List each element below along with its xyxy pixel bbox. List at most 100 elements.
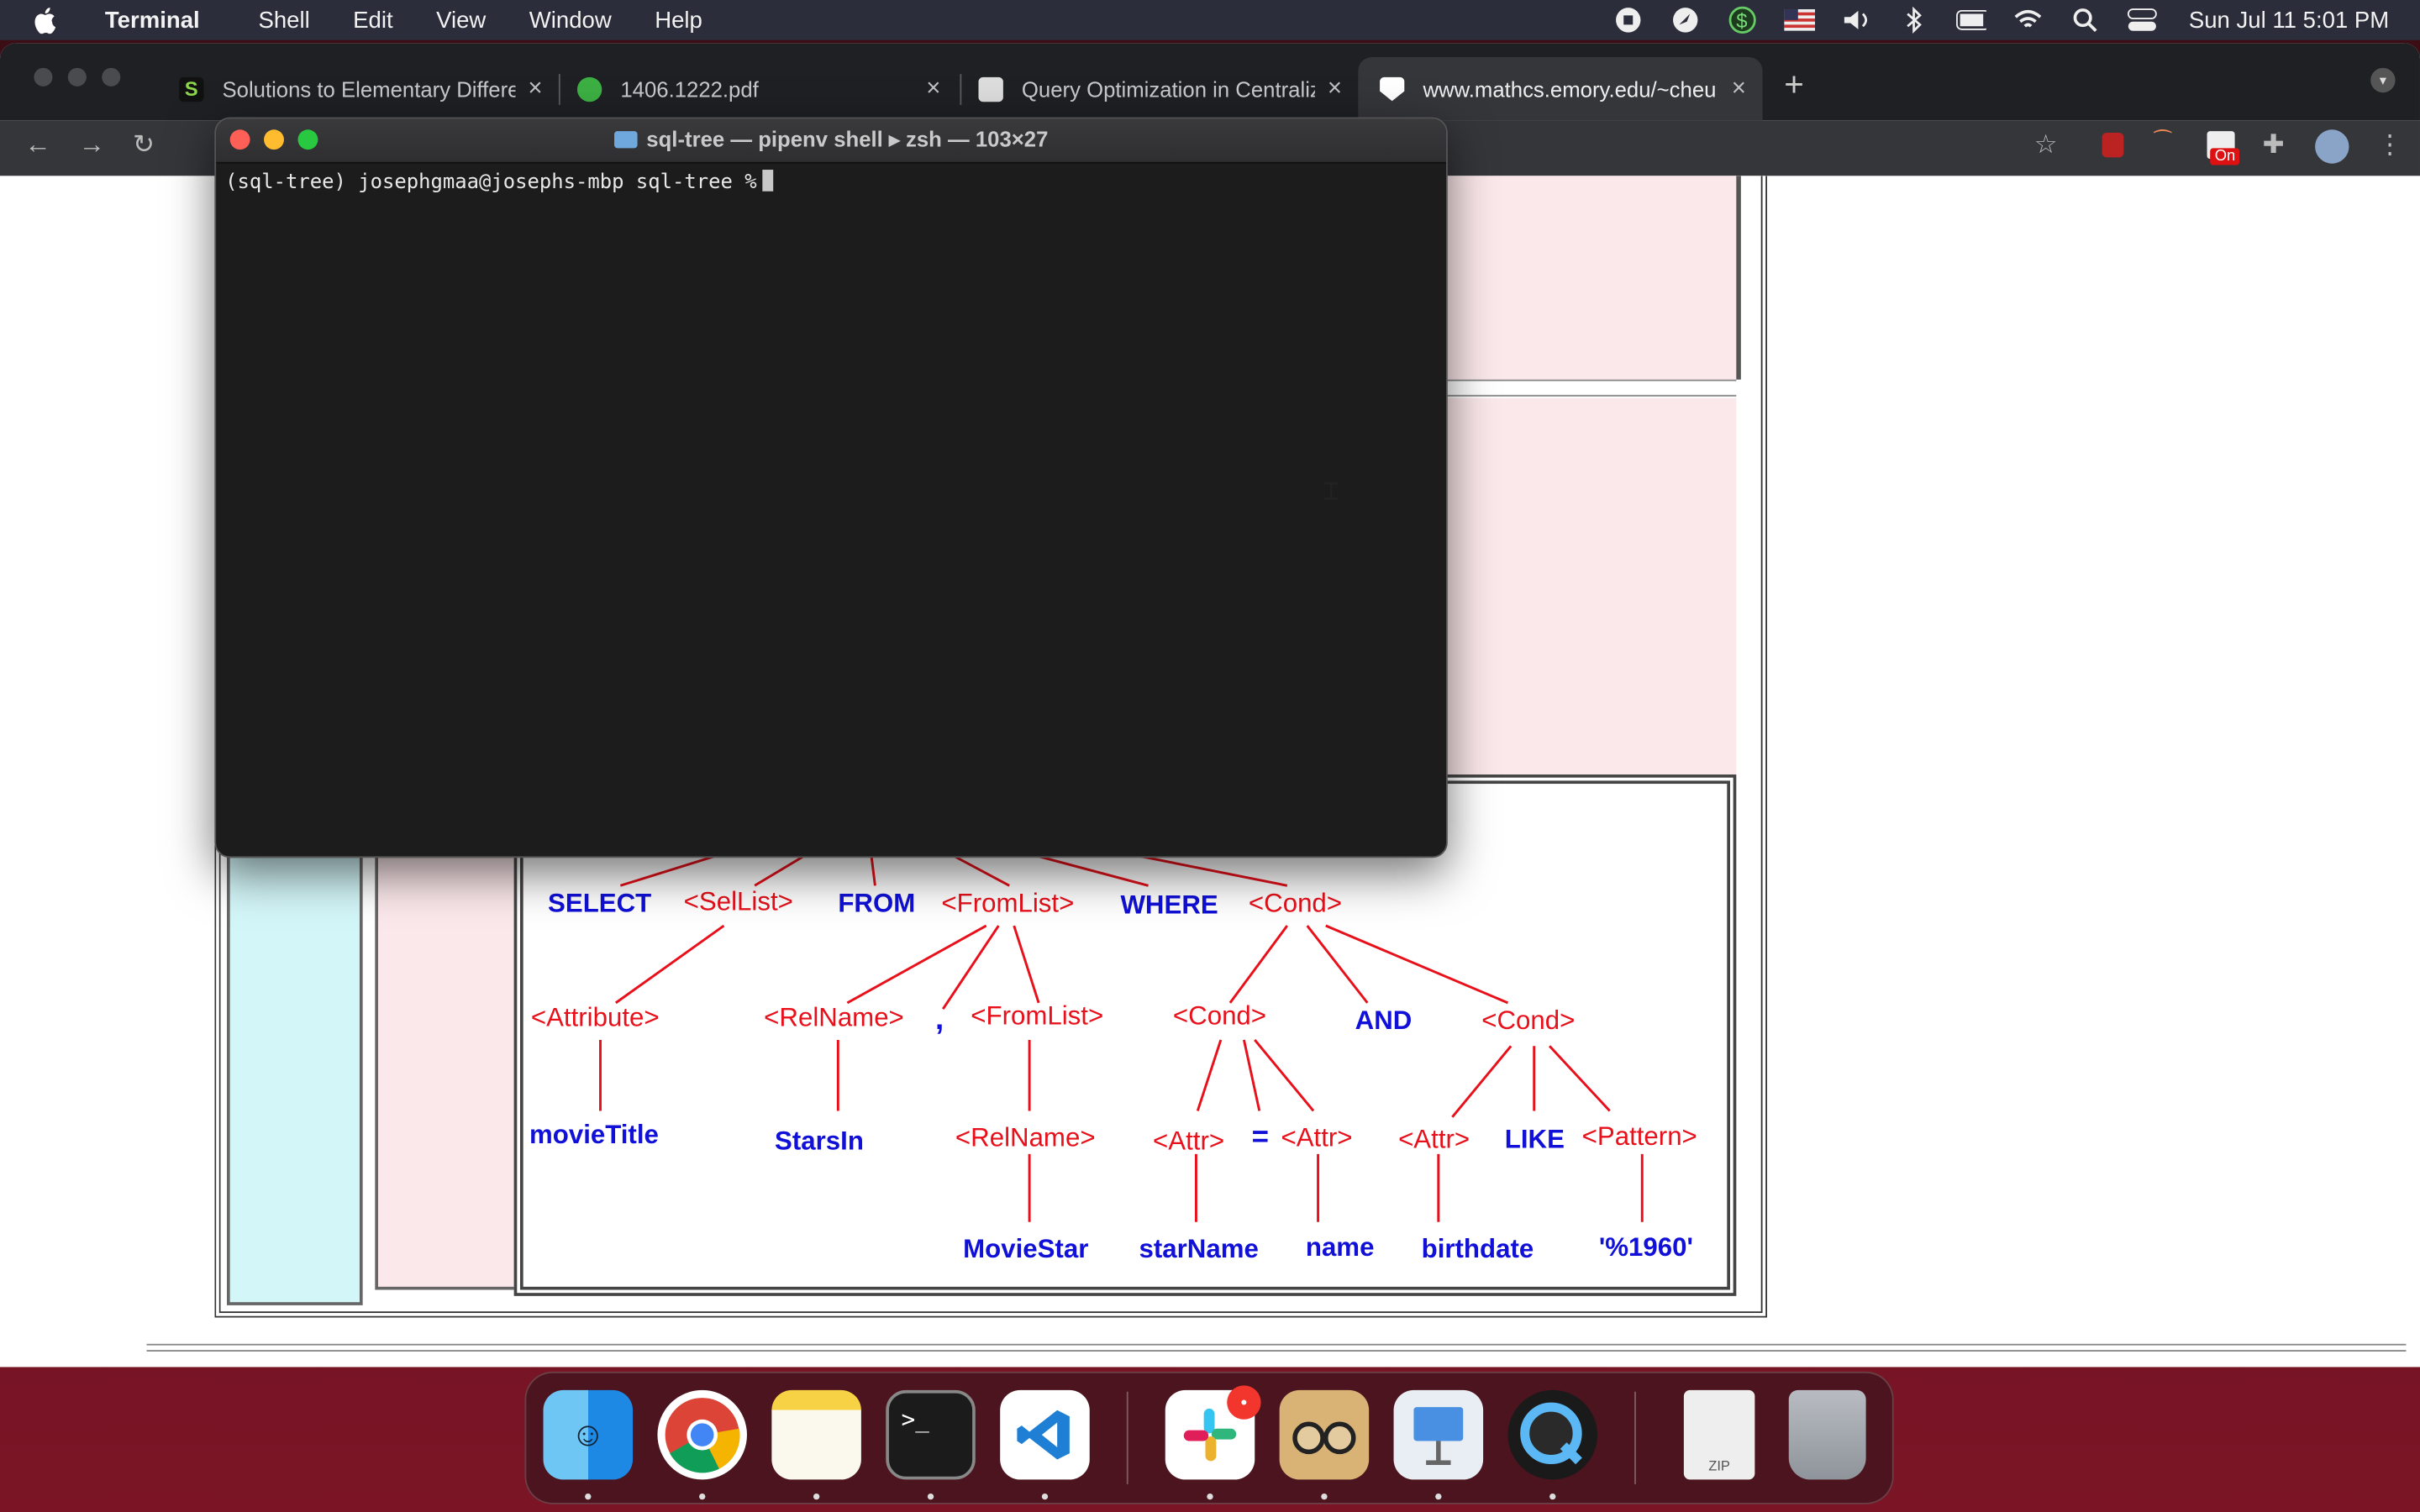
menu-help[interactable]: Help xyxy=(655,7,702,33)
browser-minimize-button[interactable] xyxy=(67,67,87,87)
tree-fromlist-node-2: <FromList> xyxy=(971,1001,1104,1031)
tree-from-keyword: FROM xyxy=(838,888,916,918)
tab-title: Query Optimization in Centraliz xyxy=(1021,76,1316,102)
tree-comma: , xyxy=(935,1002,944,1037)
trash-icon[interactable] xyxy=(1788,1389,1866,1480)
menu-app-terminal[interactable]: Terminal xyxy=(105,7,200,33)
extension-on-badge: On xyxy=(2210,148,2240,165)
tab-search-icon[interactable]: ▾ xyxy=(2370,67,2396,93)
reload-icon[interactable]: ↻ xyxy=(133,129,155,160)
terminal-window[interactable]: sql-tree — pipenv shell ▸ zsh — 103×27 (… xyxy=(214,117,1448,858)
battery-icon[interactable] xyxy=(1955,8,1987,32)
tab-strip: S Solutions to Elementary Differe × 1406… xyxy=(0,43,2420,121)
finder-icon[interactable]: ☺ xyxy=(543,1389,634,1480)
terminal-prompt: (sql-tree) josephgmaa@josephs-mbp sql-tr… xyxy=(225,171,757,195)
bookmark-star-icon[interactable]: ☆ xyxy=(2034,129,2058,160)
tree-attr-node-1: <Attr> xyxy=(1153,1126,1225,1156)
tree-moviestar-leaf: MovieStar xyxy=(963,1234,1089,1264)
menu-view[interactable]: View xyxy=(436,7,486,33)
tree-and-keyword: AND xyxy=(1355,1005,1413,1036)
spotlight-search-icon[interactable] xyxy=(2070,8,2101,33)
zip-archive-icon[interactable]: ZIP xyxy=(1683,1389,1755,1480)
pink-panel-top xyxy=(1443,176,1741,380)
wifi-icon[interactable] xyxy=(2012,8,2044,32)
browser-zoom-button[interactable] xyxy=(102,67,121,87)
tree-relname-node: <RelName> xyxy=(764,1002,904,1032)
back-icon[interactable]: ← xyxy=(24,129,50,160)
tab-title: 1406.1222.pdf xyxy=(620,76,759,102)
zip-label: ZIP xyxy=(1708,1457,1730,1474)
slack-notification-badge: • xyxy=(1227,1385,1261,1420)
site-favicon-icon xyxy=(978,76,1003,102)
stop-recording-icon[interactable] xyxy=(1613,8,1644,33)
cyan-column xyxy=(226,854,363,1305)
tree-select-keyword: SELECT xyxy=(548,888,652,918)
terminal-icon[interactable]: >_ xyxy=(886,1389,976,1480)
terminal-title: sql-tree — pipenv shell ▸ zsh — 103×27 xyxy=(646,126,1049,151)
tree-starsin-leaf: StarsIn xyxy=(775,1126,864,1156)
tree-name-leaf: name xyxy=(1305,1232,1375,1263)
notes-icon[interactable] xyxy=(771,1389,861,1480)
tree-attr-node-3: <Attr> xyxy=(1398,1124,1470,1154)
svg-text:$: $ xyxy=(1737,10,1748,33)
tab-close-icon[interactable]: × xyxy=(1328,75,1349,102)
slader-favicon-icon: S xyxy=(179,76,204,102)
tab-pdf[interactable]: 1406.1222.pdf × xyxy=(576,57,948,120)
tree-movietitle-leaf: movieTitle xyxy=(529,1120,659,1150)
tree-fromlist-node: <FromList> xyxy=(941,888,1075,918)
terminal-prompt-line[interactable]: (sql-tree) josephgmaa@josephs-mbp sql-tr… xyxy=(225,170,774,194)
control-center-icon[interactable] xyxy=(2127,8,2158,32)
volume-icon[interactable] xyxy=(1842,8,1873,32)
extensions-puzzle-icon[interactable]: ✚ xyxy=(2263,129,2285,160)
smiley-favicon-icon xyxy=(576,76,602,102)
extension-icon[interactable]: ⁀ xyxy=(2154,129,2170,154)
menu-shell[interactable]: Shell xyxy=(258,7,309,33)
quicktime-icon[interactable] xyxy=(1507,1389,1598,1480)
keynote-icon[interactable] xyxy=(1393,1389,1484,1480)
tree-pattern-value-leaf: '%1960' xyxy=(1598,1232,1693,1263)
tree-where-keyword: WHERE xyxy=(1120,890,1218,920)
tab-mathcs-emory[interactable]: www.mathcs.emory.edu/~cheu × xyxy=(1358,56,1763,121)
ublock-extension-icon[interactable] xyxy=(2102,132,2124,158)
bluetooth-icon[interactable] xyxy=(1899,6,1930,34)
text-cursor-icon: ⌶ xyxy=(1323,475,1339,508)
tree-attr-node-2: <Attr> xyxy=(1281,1123,1353,1153)
emory-shield-favicon-icon xyxy=(1380,76,1405,102)
menu-window[interactable]: Window xyxy=(529,7,612,33)
us-flag-input-icon[interactable] xyxy=(1784,8,1816,32)
browser-close-button[interactable] xyxy=(34,67,53,87)
tree-cond-right-node: <Cond> xyxy=(1481,1005,1576,1036)
tree-pattern-node: <Pattern> xyxy=(1581,1121,1697,1152)
terminal-titlebar[interactable]: sql-tree — pipenv shell ▸ zsh — 103×27 xyxy=(216,118,1447,164)
forward-icon[interactable]: → xyxy=(79,129,105,160)
tree-relname-node-2: <RelName> xyxy=(955,1123,1096,1153)
tree-sellist-node: <SelList> xyxy=(683,887,793,917)
menu-bar: Terminal Shell Edit View Window Help $ S… xyxy=(0,0,2420,40)
tree-birthdate-leaf: birthdate xyxy=(1421,1234,1534,1264)
new-tab-button[interactable]: + xyxy=(1784,65,1804,105)
tab-title: www.mathcs.emory.edu/~cheu xyxy=(1423,76,1717,102)
apple-menu-icon[interactable] xyxy=(34,6,58,34)
menu-edit[interactable]: Edit xyxy=(353,7,392,33)
preview-icon[interactable] xyxy=(1279,1389,1370,1480)
chrome-icon[interactable] xyxy=(657,1389,747,1480)
dock: ☺ >_ • ZIP xyxy=(524,1371,1894,1504)
tab-close-icon[interactable]: × xyxy=(1732,75,1754,102)
tree-attribute-node: <Attribute> xyxy=(530,1002,660,1032)
chrome-menu-icon[interactable]: ⋮ xyxy=(2377,129,2403,160)
tab-close-icon[interactable]: × xyxy=(528,75,549,102)
page-divider xyxy=(146,1343,2407,1352)
tree-equals: = xyxy=(1251,1121,1269,1154)
folder-icon xyxy=(613,131,638,149)
tab-title: Solutions to Elementary Differe xyxy=(222,76,516,102)
tab-query-optimization[interactable]: Query Optimization in Centraliz × xyxy=(978,57,1349,120)
tab-solutions[interactable]: S Solutions to Elementary Differe × xyxy=(179,57,550,120)
menubar-clock[interactable]: Sun Jul 11 5:01 PM xyxy=(2189,7,2389,33)
vscode-icon[interactable] xyxy=(1000,1389,1090,1480)
tree-cond-left-node: <Cond> xyxy=(1172,1001,1267,1031)
rocket-app-icon[interactable] xyxy=(1670,8,1702,33)
dollar-app-icon[interactable]: $ xyxy=(1728,6,1759,34)
tab-close-icon[interactable]: × xyxy=(926,75,947,102)
tree-like-keyword: LIKE xyxy=(1504,1124,1565,1154)
profile-avatar[interactable] xyxy=(2315,129,2349,164)
